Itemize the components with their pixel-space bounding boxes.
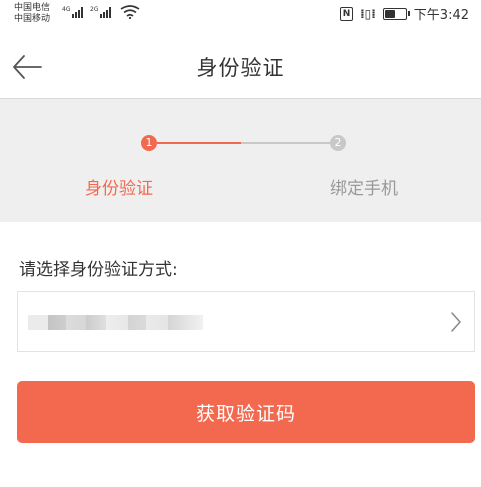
header-bar: 身份验证 (0, 36, 481, 99)
step-connector-inactive (241, 142, 330, 144)
signal-icon-1: 4G (62, 6, 84, 18)
verification-method-prompt: 请选择身份验证方式: (19, 260, 178, 280)
network-type-1: 4G (62, 6, 71, 13)
step-1-circle: 1 (141, 135, 157, 151)
carrier-labels: 中国电信 中国移动 (14, 3, 50, 25)
step-2-label: 绑定手机 (330, 179, 398, 199)
verification-method-select[interactable] (17, 291, 475, 352)
masked-method-value (28, 315, 203, 330)
step-2-circle: 2 (330, 135, 346, 151)
nfc-icon: N (340, 6, 354, 21)
signal-icon-2: 2G (90, 6, 112, 18)
wifi-icon (120, 5, 140, 19)
chevron-right-icon (451, 312, 461, 332)
battery-icon (382, 7, 410, 20)
step-connector-active (157, 142, 241, 144)
vibrate-icon: ⁞▯⁞ (360, 6, 376, 21)
carrier-1: 中国电信 (14, 3, 51, 13)
status-bar: 中国电信 中国移动 4G 2G N ⁞▯⁞ 下午3:42 (0, 0, 481, 36)
step-1-label: 身份验证 (85, 179, 153, 199)
carrier-2: 中国移动 (14, 14, 51, 24)
status-right: N ⁞▯⁞ 下午3:42 (340, 4, 469, 23)
step-indicator: 1 2 身份验证 绑定手机 (0, 99, 481, 222)
status-time: 下午3:42 (413, 8, 469, 23)
page-title: 身份验证 (196, 56, 285, 80)
get-verification-code-button[interactable]: 获取验证码 (17, 381, 475, 443)
network-type-2: 2G (90, 6, 99, 13)
